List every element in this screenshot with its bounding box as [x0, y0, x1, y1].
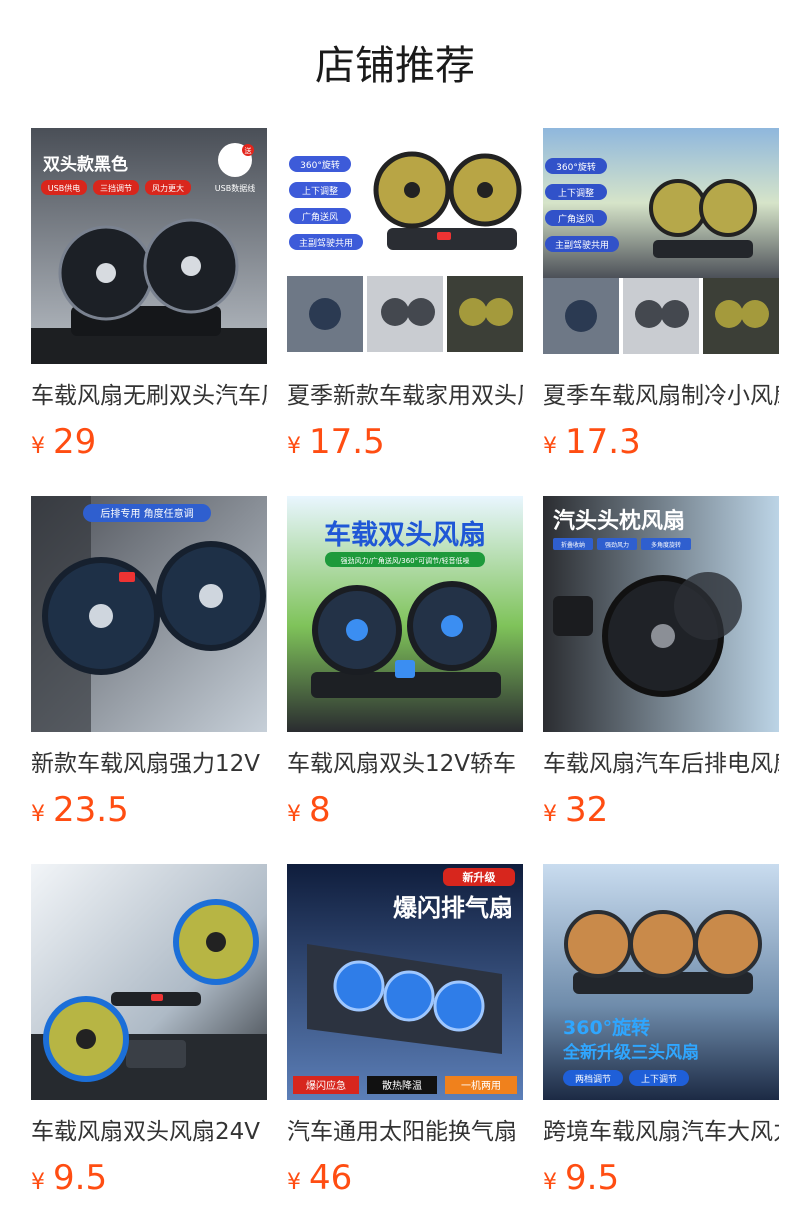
currency-symbol: ¥ [31, 802, 45, 827]
price-value: 8 [309, 790, 331, 830]
product-price: ¥46 [287, 1156, 523, 1200]
currency-symbol: ¥ [287, 1170, 301, 1195]
product-card[interactable]: 360°旋转 上下调整 广角送风 主副驾驶共用 夏季新款车载家用双头 ¥ 17.… [287, 128, 523, 496]
product-card[interactable]: 后排专用 角度任意调 新款车载风扇强力12V ¥23.5 [31, 496, 267, 864]
product-image[interactable]: 后排专用 角度任意调 [31, 496, 267, 732]
product-card[interactable]: 车载双头风扇 强劲风力/广角送风/360°可调节/轻音低噪 车载风扇双头12V轿… [287, 496, 523, 864]
currency-symbol: ¥ [31, 434, 45, 459]
product-card[interactable]: 汽头头枕风扇 折叠收纳 强劲风力 多角度旋转 车载风扇汽车后排电风扇 ¥32 [543, 496, 779, 864]
price-value: 23.5 [53, 790, 129, 830]
product-name[interactable]: 跨境车载风扇汽车大风力 [543, 1116, 779, 1148]
image-headline: 车载双头风扇 [324, 519, 486, 551]
product-name[interactable]: 车载风扇汽车后排电风扇 [543, 748, 779, 780]
currency-symbol: ¥ [31, 1170, 45, 1195]
image-tag: 三挡调节 [100, 183, 132, 193]
product-price: ¥8 [287, 788, 523, 832]
product-price: ¥32 [543, 788, 779, 832]
currency-symbol: ¥ [287, 802, 301, 827]
badge-text: 送 [245, 146, 252, 155]
image-tag: 主副驾驶共用 [555, 239, 609, 251]
product-price: ¥17.5 [287, 420, 523, 464]
image-headline-2: 全新升级三头风扇 [562, 1042, 699, 1063]
product-card[interactable]: 新升级 爆闪排气扇 爆闪应急 散热降温 一机两用 汽车通用太阳能换气扇 ¥46 [287, 864, 523, 1232]
image-headline: 爆闪排气扇 [393, 894, 513, 922]
price-value: 17.5 [309, 422, 385, 462]
image-caption: USB数据线 [215, 183, 255, 193]
image-headline-1: 360°旋转 [563, 1016, 650, 1039]
product-name[interactable]: 夏季新款车载家用双头风扇 [287, 380, 523, 412]
image-tag: 广角送风 [558, 213, 594, 225]
product-price: ¥29 [31, 420, 267, 464]
product-price: ¥17.3 [543, 420, 779, 464]
product-image[interactable]: 送 双头款黑色 USB供电 三挡调节 风力更大 USB数据线 [31, 128, 267, 364]
image-tag: 上下调节 [641, 1074, 677, 1085]
image-tag: 360°旋转 [300, 159, 340, 171]
image-banner: 后排专用 角度任意调 [100, 507, 193, 520]
image-tag: 散热降温 [382, 1079, 422, 1092]
price-value: 32 [565, 790, 609, 830]
product-name[interactable]: 夏季车载风扇制冷小风扇 [543, 380, 779, 412]
image-headline: 双头款黑色 [43, 154, 128, 175]
image-tag: 360°旋转 [556, 161, 596, 173]
product-grid: 送 双头款黑色 USB供电 三挡调节 风力更大 USB数据线 车载风扇无刷双头汽… [31, 128, 779, 1232]
store-recommend-page: 店铺推荐 送 双头款黑色 USB供电 三挡调节 风力更大 USB数据线 车载风扇… [0, 0, 790, 1232]
price-value: 29 [53, 422, 97, 462]
product-image[interactable]: 汽头头枕风扇 折叠收纳 强劲风力 多角度旋转 [543, 496, 779, 732]
product-card[interactable]: 360°旋转 上下调整 广角送风 主副驾驶共用 夏季车载风扇制冷小风扇 ¥ 17… [543, 128, 779, 496]
image-tag: 爆闪应急 [306, 1079, 346, 1092]
product-name[interactable]: 汽车通用太阳能换气扇 [287, 1116, 523, 1148]
product-price: ¥9.5 [543, 1156, 779, 1200]
image-badge: 新升级 [463, 870, 497, 884]
image-tag: 主副驾驶共用 [299, 237, 353, 249]
product-card[interactable]: 车载风扇双头风扇24V ¥9.5 [31, 864, 267, 1232]
image-tag: USB供电 [48, 183, 80, 193]
currency-symbol: ¥ [287, 434, 301, 459]
product-price: ¥9.5 [31, 1156, 267, 1200]
page-title: 店铺推荐 [315, 43, 475, 89]
product-card[interactable]: 送 双头款黑色 USB供电 三挡调节 风力更大 USB数据线 车载风扇无刷双头汽… [31, 128, 267, 496]
price-value: 17.3 [565, 422, 641, 462]
image-tag: 折叠收纳 [561, 541, 585, 549]
product-name[interactable]: 车载风扇双头风扇24V [31, 1116, 267, 1148]
currency-symbol: ¥ [543, 802, 557, 827]
currency-symbol: ¥ [543, 1170, 557, 1195]
product-name[interactable]: 新款车载风扇强力12V [31, 748, 267, 780]
product-price: ¥23.5 [31, 788, 267, 832]
image-tag: 上下调整 [302, 185, 338, 197]
image-tag: 一机两用 [461, 1079, 501, 1092]
product-name[interactable]: 车载风扇双头12V轿车 [287, 748, 523, 780]
image-tag: 上下调整 [558, 187, 594, 199]
image-tag: 广角送风 [302, 211, 338, 223]
price-value: 9.5 [53, 1158, 108, 1198]
price-value: 46 [309, 1158, 353, 1198]
product-image[interactable]: 360°旋转 全新升级三头风扇 两档调节 上下调节 [543, 864, 779, 1100]
currency-symbol: ¥ [543, 434, 557, 459]
product-image[interactable] [31, 864, 267, 1100]
product-image[interactable]: 新升级 爆闪排气扇 爆闪应急 散热降温 一机两用 [287, 864, 523, 1100]
product-image[interactable]: 360°旋转 上下调整 广角送风 主副驾驶共用 [287, 128, 523, 364]
image-tag: 强劲风力 [605, 541, 629, 549]
product-image[interactable]: 车载双头风扇 强劲风力/广角送风/360°可调节/轻音低噪 [287, 496, 523, 732]
image-tag: 两档调节 [575, 1073, 611, 1085]
price-value: 9.5 [565, 1158, 620, 1198]
product-name[interactable]: 车载风扇无刷双头汽车风扇 [31, 380, 267, 412]
product-card[interactable]: 360°旋转 全新升级三头风扇 两档调节 上下调节 跨境车载风扇汽车大风力 ¥9… [543, 864, 779, 1232]
image-tag: 多角度旋转 [651, 541, 681, 549]
image-tag: 风力更大 [152, 183, 184, 193]
image-subline: 强劲风力/广角送风/360°可调节/轻音低噪 [341, 556, 470, 565]
product-image[interactable]: 360°旋转 上下调整 广角送风 主副驾驶共用 [543, 128, 779, 364]
image-headline: 汽头头枕风扇 [553, 508, 685, 534]
